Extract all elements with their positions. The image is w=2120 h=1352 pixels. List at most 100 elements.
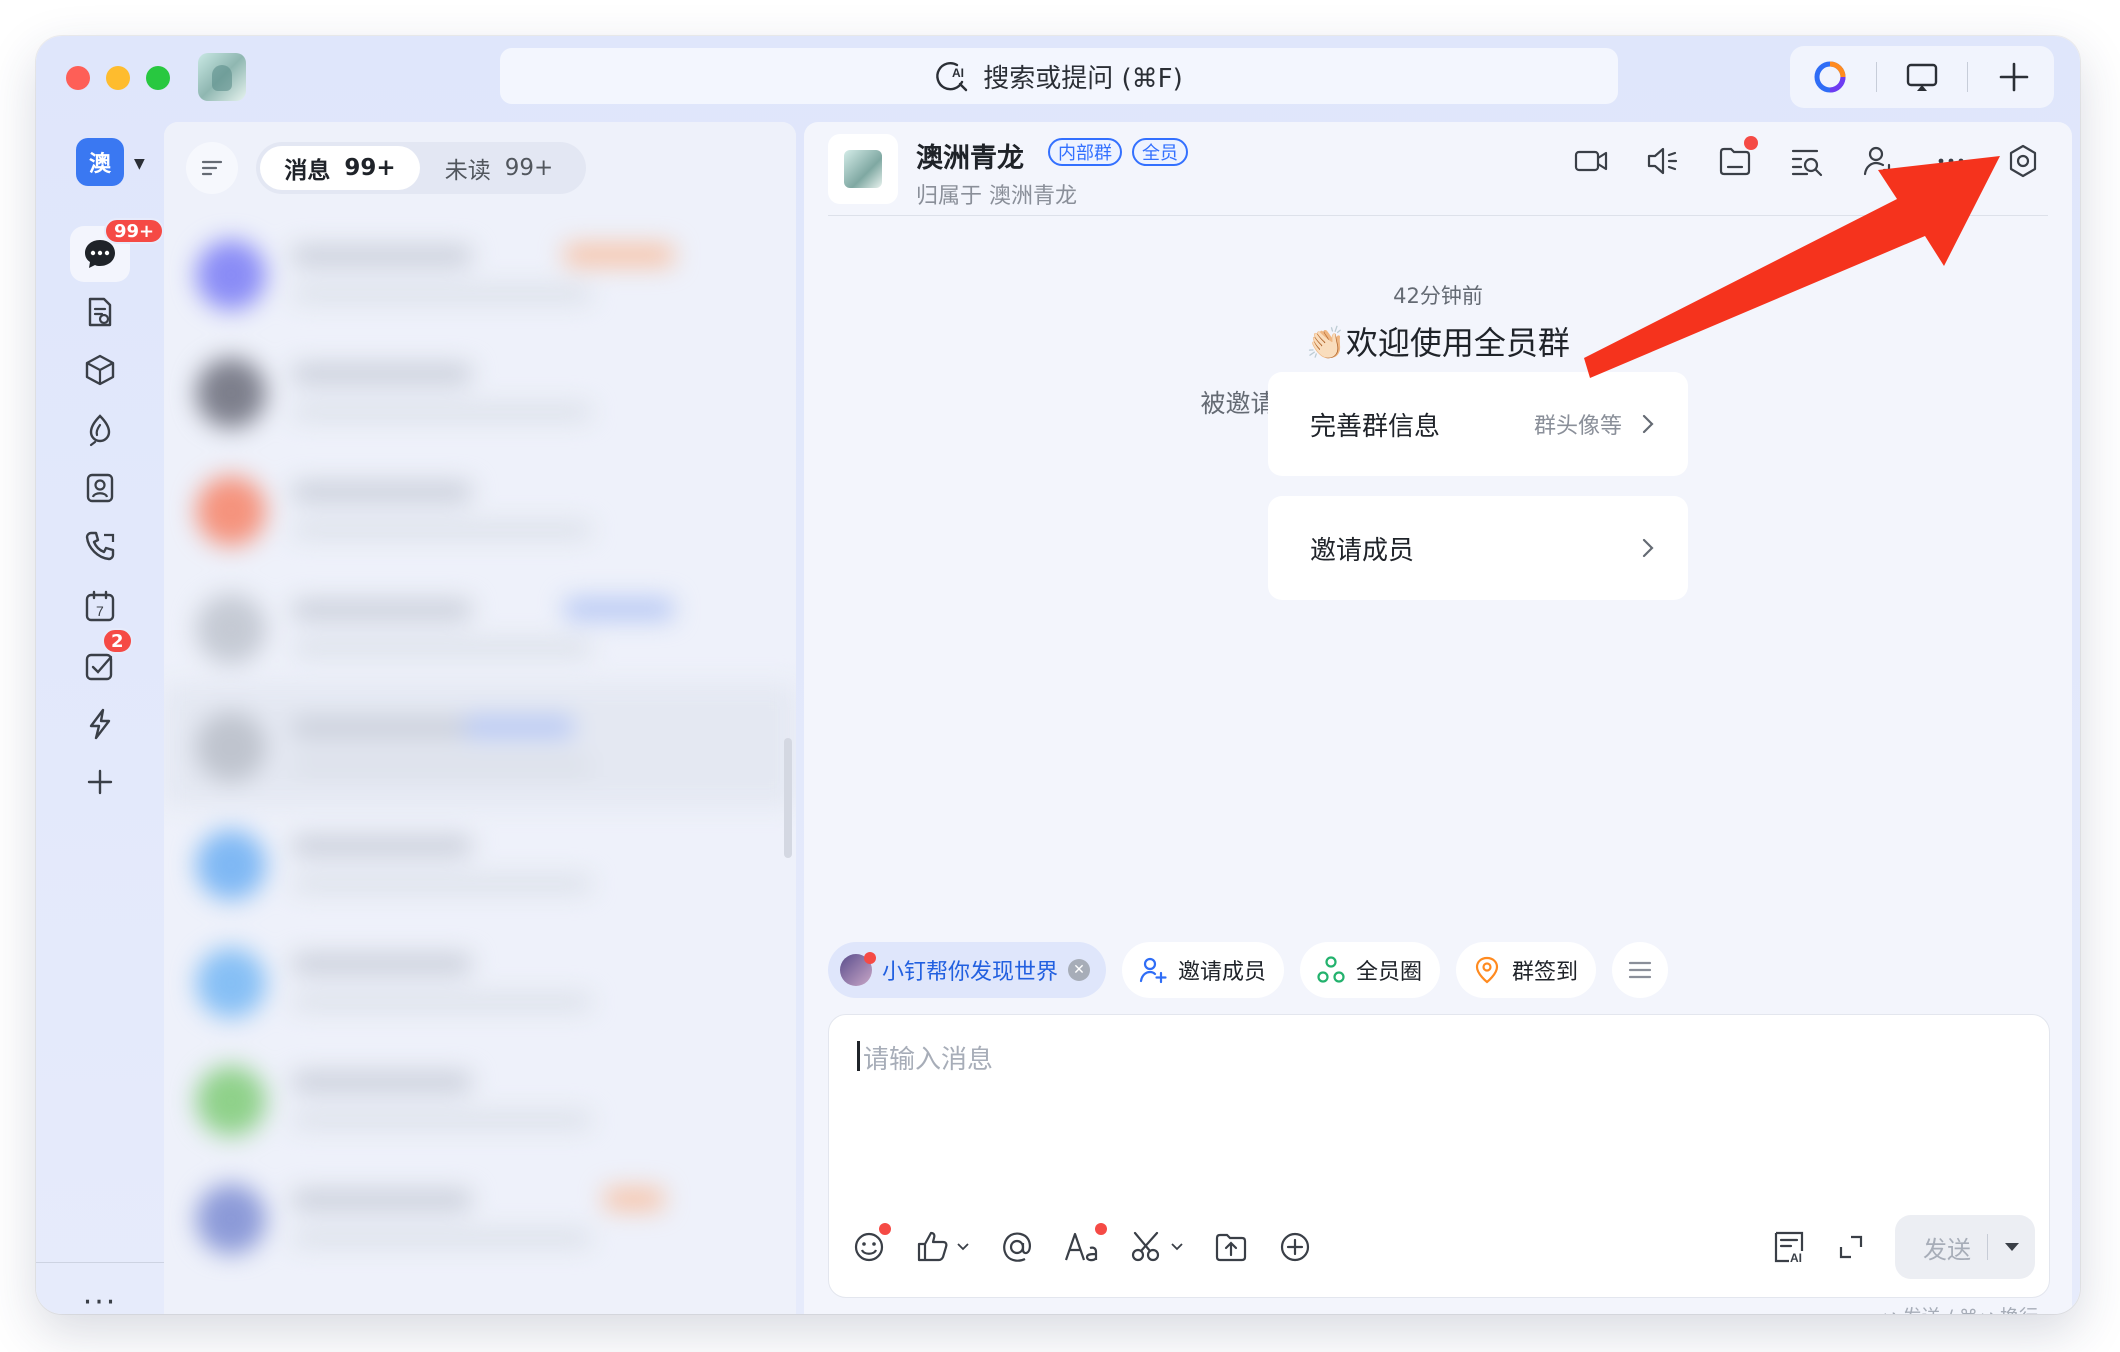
rail-calendar[interactable]: 7 [70,578,130,634]
circle-chip-label: 全员圈 [1356,960,1423,985]
upload-file-button[interactable] [1213,1225,1249,1269]
more-horizontal-icon [1938,158,1964,164]
close-window-button[interactable] [66,66,90,90]
complete-group-info-card[interactable]: 完善群信息 群头像等 [1268,372,1688,476]
list-item[interactable] [164,1038,796,1160]
welcome-title: 👏🏻欢迎使用全员群 [804,318,2072,364]
filter-button[interactable] [186,142,238,194]
expand-editor-button[interactable] [1837,1225,1865,1269]
mention-button[interactable] [999,1225,1035,1269]
video-call-button[interactable] [1570,140,1612,182]
invite-members-card[interactable]: 邀请成员 [1268,496,1688,600]
search-list-icon [1791,149,1823,177]
reaction-button[interactable] [915,1225,971,1269]
circle-share-icon [1317,956,1345,983]
menu-icon [1628,961,1652,979]
list-item[interactable] [164,684,796,806]
send-button[interactable]: 发送 [1895,1215,2035,1279]
message-input-placeholder[interactable]: 请输入消息 [863,1039,993,1076]
group-files-button[interactable] [1714,136,1758,182]
more-tools-button[interactable] [1277,1225,1313,1269]
rail-more-button[interactable]: ··· [70,1282,130,1315]
promo-label: 小钉帮你发现世界 [882,960,1059,985]
list-item[interactable] [164,448,796,570]
add-member-button[interactable] [1858,140,1900,182]
list-item[interactable] [164,330,796,452]
list-item[interactable] [164,802,796,924]
gear-icon [2009,144,2037,178]
caret-down-icon[interactable] [2003,1240,2021,1254]
ai-assistant-button[interactable] [1795,49,1865,105]
list-scrollbar[interactable] [784,738,792,858]
list-item[interactable] [164,920,796,1042]
rail-ai[interactable] [70,402,130,458]
text-format-icon [1064,1232,1098,1262]
expand-icon [1839,1235,1863,1259]
send-divider [1986,1234,1988,1260]
format-text-button[interactable] [1063,1223,1107,1269]
rail-todo[interactable]: 2 [70,628,133,694]
group-checkin-chip[interactable]: 群签到 [1456,942,1597,998]
message-tabs: 消息 99+ 未读 99+ [256,142,586,194]
tab-messages[interactable]: 消息 99+ [260,146,420,190]
chevron-down-icon [1171,1243,1183,1251]
ai-write-button[interactable]: AI [1771,1225,1807,1269]
user-avatar[interactable] [198,53,246,101]
assistant-avatar [840,952,876,986]
send-label: 发送 [1923,1235,1971,1264]
plus-circle-icon [1280,1232,1310,1262]
rail-workbench[interactable] [70,342,130,398]
rail-add[interactable] [70,754,130,810]
list-item[interactable] [164,1156,796,1278]
message-composer[interactable]: 请输入消息 AI 发送 [828,1014,2050,1298]
phone-icon [85,531,115,561]
new-button[interactable] [1979,49,2049,105]
emoji-button[interactable] [851,1223,891,1269]
rail-calls[interactable] [70,518,130,574]
group-settings-button[interactable] [2002,140,2044,182]
minimize-window-button[interactable] [106,66,130,90]
more-options-button[interactable] [1930,140,1972,182]
group-name[interactable]: 澳洲青龙 [916,136,1024,175]
list-item[interactable] [164,566,796,688]
chevron-down-icon [957,1243,969,1251]
screen-cast-icon [1906,63,1938,91]
tab-messages-label: 消息 [284,158,331,184]
svg-text:AI: AI [952,66,964,80]
rail-messages[interactable]: 99+ [70,218,165,282]
composer-toolbar [851,1223,1313,1269]
messages-badge: 99+ [104,218,165,244]
more-quick-actions-button[interactable] [1612,942,1669,998]
org-switcher[interactable]: 澳 [76,138,124,186]
assistant-promo-chip[interactable]: 小钉帮你发现世界 ✕ [828,942,1107,998]
emoji-new-dot [879,1223,891,1235]
global-search-bar[interactable]: AI 搜索或提问 (⌘F) [500,48,1618,104]
blurred-conversation-rows [164,212,796,1314]
card-info-hint: 群头像等 [1533,414,1622,439]
tab-unread[interactable]: 未读 99+ [420,146,578,190]
add-icon [87,769,113,795]
all-member-circle-chip[interactable]: 全员圈 [1300,942,1441,998]
search-history-button[interactable] [1786,140,1828,182]
org-caret-icon[interactable]: ▼ [134,156,145,172]
card-invite-title: 邀请成员 [1310,535,1415,566]
ai-assistant-icon [1814,61,1846,93]
screen-cast-button[interactable] [1887,49,1957,105]
group-avatar[interactable] [828,134,898,204]
voice-button[interactable] [1642,140,1684,182]
rail-divider [36,1262,164,1263]
chat-header-actions [1570,136,2044,182]
maximize-window-button[interactable] [146,66,170,90]
rail-flash[interactable] [70,696,130,752]
location-pin-icon [1475,956,1499,984]
list-item[interactable] [164,212,796,334]
rail-contacts[interactable] [70,460,130,516]
invite-members-chip[interactable]: 邀请成员 [1122,942,1285,998]
rail-docs[interactable] [70,284,130,340]
chevron-right-icon [1642,538,1654,558]
toolbar-divider [1967,62,1969,92]
conversation-list: 消息 99+ 未读 99+ [164,122,796,1314]
screenshot-button[interactable] [1129,1225,1185,1269]
close-icon[interactable]: ✕ [1068,959,1091,981]
send-shortcut-hint: ↩ 发送 / ⌘↩ 换行 [1881,1302,2038,1314]
